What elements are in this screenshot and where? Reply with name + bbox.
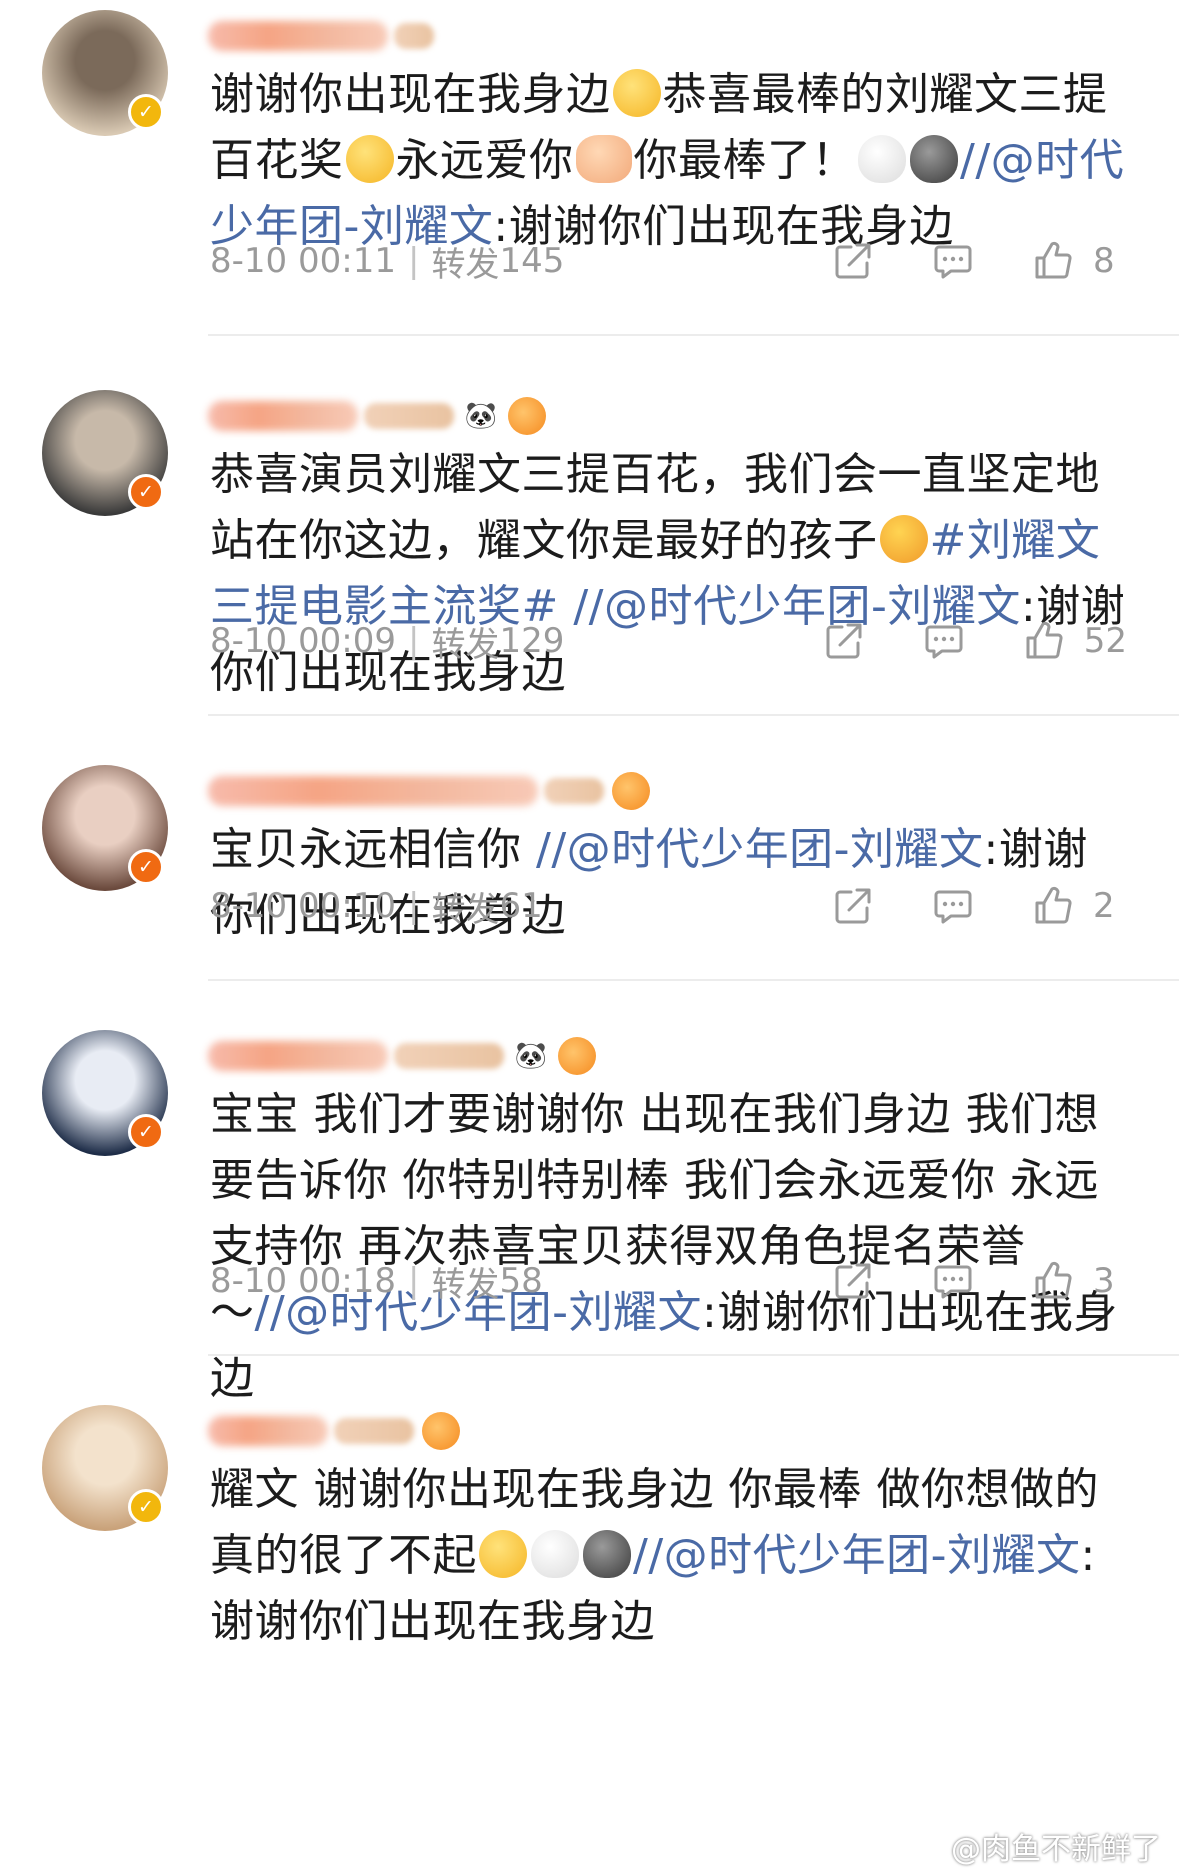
blurred-name [208, 1416, 328, 1446]
fish-badge-icon [558, 1037, 596, 1075]
fish-badge-icon [422, 1412, 460, 1450]
meta-separator: | [407, 241, 420, 281]
repost-label: 转发 [431, 1264, 500, 1305]
timestamp: 8-10 00:09 [210, 621, 396, 661]
pleading-face-icon [345, 135, 394, 183]
timestamp: 8-10 00:11 [210, 241, 396, 281]
repost-count: 145 [499, 241, 565, 281]
white-heart-icon [858, 135, 906, 183]
watermark-text: @肉鱼不新鲜了 [951, 1832, 1161, 1867]
blurred-badge [334, 1418, 414, 1444]
divider [208, 714, 1179, 716]
watermark: @肉鱼不新鲜了 [905, 1824, 1161, 1868]
grey-heart-icon [910, 135, 958, 183]
username-blurred[interactable]: 🐼 [208, 1036, 596, 1076]
username-blurred[interactable] [208, 1411, 460, 1451]
share-icon[interactable] [831, 239, 875, 283]
panda-icon: 🐼 [514, 1041, 548, 1071]
blurred-badge [394, 23, 434, 49]
comment-actions: 52 [766, 619, 1127, 663]
grey-heart-icon [583, 1530, 631, 1578]
verified-badge-icon: ✓ [128, 94, 164, 130]
like-count: 2 [1093, 886, 1115, 926]
like-icon[interactable] [1031, 884, 1075, 928]
blurred-badge [394, 1043, 504, 1069]
repost-label: 转发 [431, 889, 500, 930]
text-segment: 永远爱你 [395, 135, 574, 186]
comment-text: 宝宝 我们才要谢谢你 出现在我们身边 我们想要告诉你 你特别特别棒 我们会永远爱… [210, 1082, 1130, 1412]
mention-link[interactable]: // [633, 1530, 664, 1581]
pleading-face-icon [479, 1530, 527, 1578]
repost-label: 转发 [431, 244, 500, 285]
fish-badge-icon [508, 397, 546, 435]
blurred-name [208, 401, 358, 431]
verified-badge-icon: ✓ [128, 1489, 164, 1525]
blurred-badge [364, 403, 454, 429]
timestamp: 8-10 00:10 [210, 886, 396, 926]
timestamp: 8-10 00:18 [210, 1261, 396, 1301]
mention-link[interactable]: // [960, 135, 991, 186]
comment-actions: 2 [775, 884, 1127, 928]
blurred-name [208, 776, 538, 806]
verified-badge-icon: ✓ [128, 849, 164, 885]
blurred-name [208, 1041, 388, 1071]
fish-badge-icon [612, 772, 650, 810]
share-icon[interactable] [831, 884, 875, 928]
share-icon[interactable] [822, 619, 866, 663]
meta-separator: | [407, 1261, 420, 1301]
meta-separator: | [407, 886, 420, 926]
pleading-hands-icon [612, 69, 661, 117]
heart-hands-icon [575, 135, 632, 183]
comment-text: 恭喜演员刘耀文三提百花，我们会一直坚定地站在你这边，耀文你是最好的孩子 #刘耀文三… [210, 442, 1130, 706]
verified-badge-icon: ✓ [128, 1114, 164, 1150]
verified-badge-icon: ✓ [128, 474, 164, 510]
repost-count: 58 [499, 1261, 543, 1301]
like-icon[interactable] [1022, 619, 1066, 663]
comment-actions: 8 [775, 239, 1127, 283]
divider [208, 334, 1179, 336]
like-icon[interactable] [1031, 1259, 1075, 1303]
comment-icon[interactable] [931, 239, 975, 283]
panda-icon: 🐼 [464, 401, 498, 431]
divider [208, 979, 1179, 981]
share-icon[interactable] [831, 1259, 875, 1303]
comment-actions: 3 [775, 1259, 1127, 1303]
text-segment: 宝贝永远相信你 [210, 824, 536, 875]
text-segment: 谢谢你出现在我身边 [210, 69, 611, 120]
comment-icon[interactable] [931, 884, 975, 928]
blurred-name [208, 21, 388, 51]
like-count: 8 [1093, 241, 1115, 281]
divider [208, 1354, 1179, 1356]
white-heart-icon [531, 1530, 579, 1578]
comment-icon[interactable] [931, 1259, 975, 1303]
comment-text: 谢谢你出现在我身边 恭喜最棒的刘耀文三提百花奖 永远爱你 你最棒了！//@时代少年团-… [210, 62, 1130, 260]
text-segment: 你最棒了！ [633, 135, 856, 186]
comment-text: 耀文 谢谢你出现在我身边 你最棒 做你想做的真的很了不起//@时代少年团-刘耀文… [210, 1457, 1130, 1655]
repost-count: 129 [499, 621, 565, 661]
username-blurred[interactable] [208, 771, 650, 811]
comment-icon[interactable] [922, 619, 966, 663]
like-icon[interactable] [1031, 239, 1075, 283]
like-count: 52 [1083, 621, 1127, 661]
meta-separator: | [407, 621, 420, 661]
weibo-logo-icon [906, 1834, 941, 1861]
like-count: 3 [1093, 1261, 1115, 1301]
mention-link[interactable]: @时代少年团-刘耀文 [567, 824, 984, 875]
username-blurred[interactable] [208, 16, 434, 56]
hugging-face-icon [879, 515, 928, 563]
mention-link[interactable]: @时代少年团-刘耀文 [664, 1530, 1081, 1581]
username-blurred[interactable]: 🐼 [208, 396, 546, 436]
blurred-badge [544, 778, 604, 804]
mention-link[interactable]: // [536, 824, 567, 875]
repost-label: 转发 [431, 624, 500, 665]
repost-count: 61 [499, 886, 543, 926]
